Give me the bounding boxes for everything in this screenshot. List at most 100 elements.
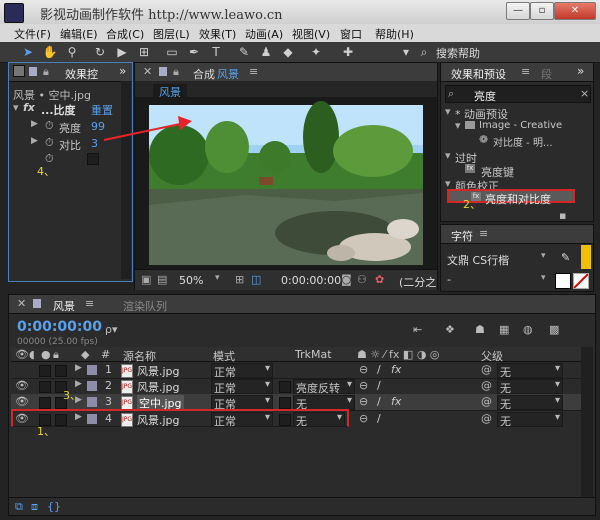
clone-stamp-tool-icon[interactable]: ♟ — [258, 44, 274, 60]
preserve-transparency-checkbox[interactable] — [279, 381, 291, 393]
brush-tool-icon[interactable]: ✎ — [236, 44, 252, 60]
new-folder-icon[interactable]: ▪ — [559, 209, 566, 222]
graph-editor-icon[interactable]: ▩ — [549, 323, 559, 336]
layer-row-highlighted[interactable]: 👁︎ ▶ 4 JPG 风景.jpg 正常 无 — [11, 409, 349, 428]
stopwatch-icon[interactable]: ⏱ — [45, 119, 54, 133]
menu-file[interactable]: 文件(F) — [14, 26, 51, 42]
grid-icon[interactable]: ⊞ — [235, 273, 244, 286]
expand-arrow-icon[interactable]: ▶ — [75, 363, 82, 373]
lock-icon[interactable]: 🔒︎ — [43, 65, 49, 79]
panel-menu-icon[interactable]: ≡ — [249, 65, 258, 78]
character-tab[interactable]: 字符 — [451, 228, 473, 244]
quality-icon[interactable]: / — [377, 395, 381, 408]
pick-whip-icon[interactable]: @ — [481, 412, 492, 425]
quality-icon[interactable]: / — [377, 379, 381, 392]
camera-icon[interactable]: ◙ — [341, 273, 352, 286]
expand-arrow-icon[interactable]: ▶ — [31, 119, 38, 129]
paragraph-tab[interactable]: 段 — [541, 66, 552, 82]
lock-checkbox[interactable] — [55, 365, 67, 377]
lock-icon[interactable]: 🔒︎ — [173, 65, 179, 79]
minimize-button[interactable]: — — [506, 2, 530, 20]
mode-select[interactable]: 正常 — [211, 395, 273, 411]
stroke-color-swatch[interactable] — [555, 273, 571, 289]
render-queue-tab[interactable]: 渲染队列 — [123, 298, 167, 314]
panel-expand-icon[interactable]: » — [119, 64, 126, 78]
layer-row[interactable]: ▶ 1 JPG 风景.jpg 正常 ⊖ / fx @ 无 — [11, 362, 593, 379]
text-tool-icon[interactable]: T — [208, 44, 224, 60]
param-value[interactable]: 3 — [91, 137, 98, 150]
effect-controls-tab[interactable]: 效果控 — [65, 66, 98, 82]
mode-select[interactable]: 正常 — [211, 379, 273, 395]
layer-name[interactable]: 风景.jpg — [137, 412, 180, 428]
expand-arrow-icon[interactable]: ▾ — [445, 149, 451, 162]
camera-tool-icon[interactable]: ▶ — [114, 44, 130, 60]
toggle-modes-icon[interactable]: ⧈ — [31, 500, 38, 514]
selection-tool-icon[interactable]: ➤ — [20, 44, 36, 60]
label-color[interactable] — [87, 414, 97, 424]
pick-whip-icon[interactable]: @ — [481, 363, 492, 376]
solo-checkbox[interactable] — [39, 397, 51, 409]
draft-3d-icon[interactable]: ❖ — [445, 323, 455, 336]
mask-icon[interactable]: ◫ — [251, 273, 261, 286]
pen-tool-icon[interactable]: ✒ — [186, 44, 202, 60]
param-checkbox[interactable] — [87, 153, 99, 165]
roto-brush-tool-icon[interactable]: ✦ — [308, 44, 324, 60]
zoom-tool-icon[interactable]: ⚲ — [64, 44, 80, 60]
trkmat-select[interactable]: 无 — [293, 412, 345, 428]
show-snapshot-icon[interactable]: ⚇ — [357, 273, 367, 286]
close-icon[interactable]: ✕ — [143, 65, 152, 78]
menu-help[interactable]: 帮助(H) — [375, 26, 414, 42]
always-preview-icon[interactable]: ▣ — [141, 273, 151, 286]
trkmat-select[interactable]: 无 — [293, 395, 355, 411]
expand-arrow-icon[interactable]: ▶ — [31, 136, 38, 146]
preserve-transparency-checkbox[interactable] — [279, 414, 291, 426]
timeline-tab[interactable]: 风景 — [53, 298, 75, 314]
tree-item[interactable]: ▾ Image - Creative — [445, 119, 591, 133]
timeline-timecode[interactable]: 0:00:00:00 — [17, 319, 102, 335]
composition-tab-label[interactable]: 合成 — [193, 66, 215, 82]
panel-menu-icon[interactable]: ≡ — [521, 65, 530, 78]
chevron-down-icon[interactable]: ▾ — [215, 273, 220, 283]
no-color-swatch[interactable] — [573, 273, 589, 289]
label-color[interactable] — [87, 381, 97, 391]
resolution-label[interactable]: (二分之 — [399, 274, 436, 290]
fx-icon[interactable]: fx — [23, 101, 35, 114]
search-help-field[interactable]: 搜索帮助 — [436, 45, 480, 61]
shy-icon[interactable]: ⊖ — [359, 363, 368, 376]
color-channel-icon[interactable]: ✿ — [375, 273, 384, 286]
clear-search-icon[interactable]: × — [580, 87, 589, 100]
zoom-level[interactable]: 50% — [179, 274, 203, 287]
comp-mini-flowchart-icon[interactable]: ⇤ — [413, 323, 422, 336]
menu-animation[interactable]: 动画(A) — [245, 26, 283, 42]
parent-select[interactable]: 无 — [497, 412, 563, 428]
fill-color-swatch[interactable] — [581, 245, 591, 269]
expand-arrow-icon[interactable]: ▾ — [455, 119, 461, 132]
solo-checkbox[interactable] — [39, 365, 51, 377]
layer-row[interactable]: 👁︎ ▶ 2 JPG 风景.jpg 正常 亮度反转 ⊖ / @ 无 — [11, 378, 593, 395]
eyedropper-icon[interactable]: ✎ — [561, 251, 570, 264]
font-family-select[interactable]: 文鼎 CS行楷 ▾ — [447, 251, 551, 267]
eye-icon[interactable]: 👁︎ — [15, 395, 29, 408]
eraser-tool-icon[interactable]: ◆ — [280, 44, 296, 60]
magnification-icon[interactable]: ▤ — [157, 273, 167, 286]
layer-name[interactable]: 风景.jpg — [137, 379, 180, 395]
eye-icon[interactable]: 👁︎ — [15, 412, 29, 425]
maximize-button[interactable]: ▫ — [530, 2, 554, 20]
pan-behind-tool-icon[interactable]: ⊞ — [136, 44, 152, 60]
shy-icon[interactable]: ⊖ — [359, 412, 368, 425]
frame-blending-icon[interactable]: ▦ — [499, 323, 509, 336]
parent-select[interactable]: 无 — [497, 363, 563, 379]
toggle-inout-icon[interactable]: {} — [47, 500, 61, 513]
effects-presets-tab[interactable]: 效果和预设 — [451, 66, 506, 82]
quality-icon[interactable]: / — [377, 412, 381, 425]
close-button[interactable]: ✕ — [554, 2, 596, 20]
panel-menu-icon[interactable]: ≡ — [479, 227, 488, 240]
menu-effect[interactable]: 效果(T) — [199, 26, 236, 42]
parent-select[interactable]: 无 — [497, 379, 563, 395]
close-icon[interactable] — [13, 65, 25, 77]
tree-item[interactable]: fx 亮度键 — [445, 163, 591, 179]
shy-icon[interactable]: ⊖ — [359, 395, 368, 408]
rotate-tool-icon[interactable]: ↻ — [92, 44, 108, 60]
fx-icon[interactable]: fx — [391, 395, 401, 408]
timeline-scrollbar[interactable] — [581, 347, 593, 497]
